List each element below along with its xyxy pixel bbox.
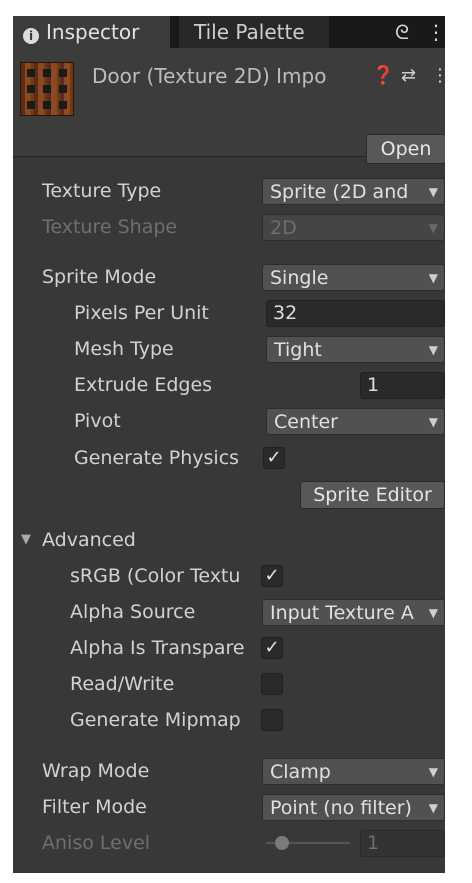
header-menu-icon[interactable]: ⋮ xyxy=(431,66,445,86)
pivot-dropdown[interactable]: Center ▼ xyxy=(266,408,445,435)
extrude-edges-input[interactable]: 1 xyxy=(360,372,445,399)
chevron-down-icon: ▼ xyxy=(428,765,438,779)
alpha-source-value: Input Texture A xyxy=(270,602,414,624)
alpha-source-row: Alpha Source Input Texture A ▼ xyxy=(13,597,445,627)
aniso-level-label: Aniso Level xyxy=(42,832,151,854)
texture-type-value: Sprite (2D and xyxy=(270,181,409,203)
mesh-type-dropdown[interactable]: Tight ▼ xyxy=(266,336,445,363)
texture-shape-value: 2D xyxy=(270,217,297,239)
tab-inspector-label: Inspector xyxy=(46,20,140,44)
wrap-mode-label: Wrap Mode xyxy=(42,760,150,782)
tab-menu-icon[interactable]: ⋮ xyxy=(426,16,445,48)
sprite-mode-label: Sprite Mode xyxy=(42,266,157,288)
texture-shape-label: Texture Shape xyxy=(42,216,178,238)
chevron-down-icon: ▼ xyxy=(428,185,438,199)
sprite-editor-button[interactable]: Sprite Editor xyxy=(300,481,445,509)
chevron-down-icon: ▼ xyxy=(428,415,438,429)
filter-mode-dropdown[interactable]: Point (no filter) ▼ xyxy=(262,794,445,821)
alpha-source-dropdown[interactable]: Input Texture A ▼ xyxy=(262,599,445,626)
aniso-level-row: Aniso Level 1 xyxy=(13,828,445,858)
alpha-transparency-checkbox[interactable]: ✓ xyxy=(261,637,283,659)
texture-shape-dropdown: 2D ▼ xyxy=(262,214,445,241)
advanced-foldout[interactable]: ▼ Advanced xyxy=(13,525,445,555)
chevron-down-icon: ▼ xyxy=(428,606,438,620)
aniso-level-input: 1 xyxy=(360,830,445,857)
foldout-arrow-icon: ▼ xyxy=(21,532,31,547)
filter-mode-value: Point (no filter) xyxy=(270,797,412,819)
help-icon[interactable]: ❓ xyxy=(372,66,394,86)
pivot-row: Pivot Center ▼ xyxy=(13,406,445,436)
extrude-edges-label: Extrude Edges xyxy=(74,374,213,396)
texture-type-label: Texture Type xyxy=(42,180,162,202)
chevron-down-icon: ▼ xyxy=(428,343,438,357)
chevron-down-icon: ▼ xyxy=(428,271,438,285)
sprite-mode-value: Single xyxy=(270,267,329,289)
texture-shape-row: Texture Shape 2D ▼ xyxy=(13,212,445,242)
read-write-label: Read/Write xyxy=(70,673,175,695)
wrap-mode-row: Wrap Mode Clamp ▼ xyxy=(13,756,445,786)
asset-title: Door (Texture 2D) Impo xyxy=(92,64,327,88)
tab-inspector[interactable]: i Inspector xyxy=(13,16,170,48)
generate-physics-checkbox[interactable]: ✓ xyxy=(263,447,285,469)
read-write-checkbox[interactable] xyxy=(261,673,283,695)
texture-type-dropdown[interactable]: Sprite (2D and ▼ xyxy=(262,178,445,205)
tab-tile-palette-label: Tile Palette xyxy=(194,20,305,44)
open-button[interactable]: Open xyxy=(366,134,445,164)
pixels-per-unit-input[interactable]: 32 xyxy=(266,300,445,327)
generate-mipmap-checkbox[interactable] xyxy=(261,709,283,731)
alpha-source-label: Alpha Source xyxy=(70,601,196,623)
wrap-mode-value: Clamp xyxy=(270,761,331,783)
texture-type-row: Texture Type Sprite (2D and ▼ xyxy=(13,176,445,206)
mesh-type-row: Mesh Type Tight ▼ xyxy=(13,334,445,364)
srgb-checkbox[interactable]: ✓ xyxy=(261,565,283,587)
chevron-down-icon: ▼ xyxy=(428,801,438,815)
alpha-transparency-row: Alpha Is Transpare ✓ xyxy=(13,633,445,663)
extrude-edges-row: Extrude Edges 1 xyxy=(13,370,445,400)
generate-physics-label: Generate Physics xyxy=(74,447,240,469)
alpha-transparency-label: Alpha Is Transpare xyxy=(70,637,245,659)
pivot-label: Pivot xyxy=(74,410,121,432)
sprite-editor-row: Sprite Editor xyxy=(13,481,445,511)
asset-header: Door (Texture 2D) Impo ❓ ⇄ ⋮ Open xyxy=(13,48,445,164)
read-write-row: Read/Write xyxy=(13,669,445,699)
srgb-label: sRGB (Color Textu xyxy=(70,565,241,587)
mesh-type-label: Mesh Type xyxy=(74,338,174,360)
pixels-per-unit-label: Pixels Per Unit xyxy=(74,302,209,324)
texture-thumbnail xyxy=(20,62,74,116)
advanced-label: Advanced xyxy=(42,529,136,551)
tab-bar: i Inspector Tile Palette ᘓ ⋮ xyxy=(13,16,445,48)
pivot-value: Center xyxy=(274,411,338,433)
lock-icon[interactable]: ᘓ xyxy=(395,16,409,48)
sprite-mode-dropdown[interactable]: Single ▼ xyxy=(262,264,445,291)
pixels-per-unit-row: Pixels Per Unit 32 xyxy=(13,298,445,328)
generate-mipmap-row: Generate Mipmap xyxy=(13,705,445,735)
srgb-row: sRGB (Color Textu ✓ xyxy=(13,561,445,591)
inspector-panel: i Inspector Tile Palette ᘓ ⋮ Door (Textur… xyxy=(13,16,445,873)
generate-physics-row: Generate Physics ✓ xyxy=(13,443,445,473)
filter-mode-label: Filter Mode xyxy=(42,796,147,818)
wrap-mode-dropdown[interactable]: Clamp ▼ xyxy=(262,758,445,785)
sprite-mode-row: Sprite Mode Single ▼ xyxy=(13,262,445,292)
aniso-slider-handle xyxy=(275,836,289,850)
info-icon: i xyxy=(23,28,39,44)
chevron-down-icon: ▼ xyxy=(428,221,438,235)
generate-mipmap-label: Generate Mipmap xyxy=(70,709,241,731)
mesh-type-value: Tight xyxy=(274,339,322,361)
filter-mode-row: Filter Mode Point (no filter) ▼ xyxy=(13,792,445,822)
tab-tile-palette[interactable]: Tile Palette xyxy=(179,16,329,48)
settings-icon[interactable]: ⇄ xyxy=(401,66,416,86)
